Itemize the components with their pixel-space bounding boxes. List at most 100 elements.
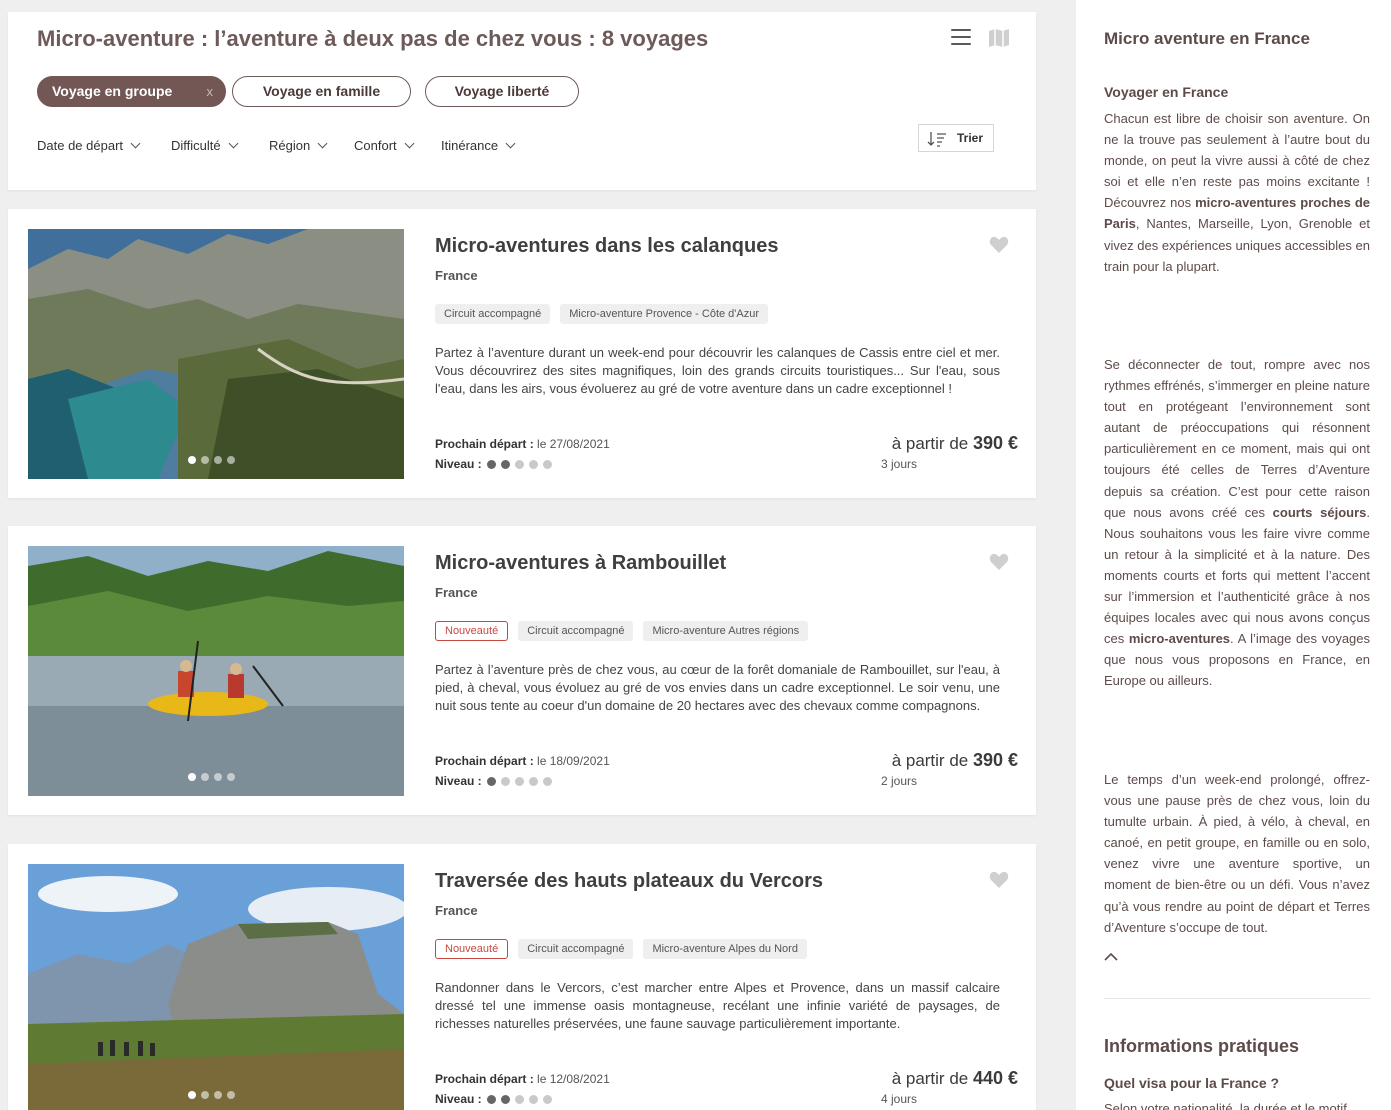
- tag: Micro-aventure Provence - Côte d'Azur: [560, 304, 769, 324]
- level-dot: [528, 1094, 538, 1104]
- favorite-heart-icon[interactable]: [989, 236, 1009, 254]
- chevron-down-icon: [317, 138, 328, 149]
- map-view-icon[interactable]: [988, 28, 1010, 48]
- carousel-dot[interactable]: [214, 773, 222, 781]
- level-dot: [486, 1094, 496, 1104]
- trip-card[interactable]: Micro-aventures dans les calanques Franc…: [8, 209, 1036, 498]
- new-badge: Nouveauté: [435, 939, 509, 959]
- trip-duration: 2 jours: [881, 774, 918, 788]
- filter-itinerance[interactable]: Itinérance: [441, 138, 516, 153]
- tag: Circuit accompagné: [435, 304, 551, 324]
- trip-price: à partir de 440 €: [891, 1068, 1018, 1088]
- filter-difficulte[interactable]: Difficulté: [171, 138, 239, 153]
- filter-label: Confort: [354, 138, 397, 153]
- trip-image-rambouillet[interactable]: [28, 546, 404, 796]
- trip-country: France: [435, 903, 478, 918]
- trip-card[interactable]: Micro-aventures à Rambouillet France Nou…: [8, 526, 1036, 815]
- carousel-dots[interactable]: [188, 1091, 235, 1099]
- chip-voyage-en-groupe[interactable]: Voyage en groupe x: [37, 76, 226, 107]
- chevron-down-icon: [130, 138, 141, 149]
- trip-title[interactable]: Micro-aventures à Rambouillet: [435, 552, 726, 575]
- filter-label: Difficulté: [171, 138, 221, 153]
- tag: Micro-aventure Autres régions: [643, 621, 809, 641]
- favorite-heart-icon[interactable]: [989, 553, 1009, 571]
- filter-region[interactable]: Région: [269, 138, 328, 153]
- filter-confort[interactable]: Confort: [354, 138, 415, 153]
- tag: Circuit accompagné: [518, 621, 634, 641]
- carousel-dot[interactable]: [201, 773, 209, 781]
- new-badge: Nouveauté: [435, 621, 509, 641]
- level-dot: [542, 459, 552, 469]
- carousel-dot[interactable]: [188, 773, 196, 781]
- sidebar-paragraph: Le temps d’un week-end prolongé, offrez-…: [1104, 772, 1370, 935]
- trip-tags: Circuit accompagné Micro-aventure Proven…: [435, 304, 769, 324]
- chip-voyage-liberte[interactable]: Voyage liberté: [425, 76, 579, 107]
- carousel-dot[interactable]: [201, 456, 209, 464]
- chevron-down-icon: [404, 138, 415, 149]
- trip-title[interactable]: Traversée des hauts plateaux du Vercors: [435, 870, 823, 893]
- level-dot: [542, 1094, 552, 1104]
- carousel-dot[interactable]: [201, 1091, 209, 1099]
- filter-label: Itinérance: [441, 138, 499, 153]
- link-micro-aventures[interactable]: micro-aventures: [1129, 631, 1230, 646]
- sidebar-paragraph: Se déconnecter de tout, rompre avec nos …: [1104, 357, 1371, 689]
- level-dot: [500, 1094, 510, 1104]
- carousel-dots[interactable]: [188, 773, 235, 781]
- chip-voyage-en-famille[interactable]: Voyage en famille: [232, 76, 411, 107]
- sidebar-paragraph: Chacun est libre de choisir son aventure…: [1104, 111, 1370, 274]
- carousel-dot[interactable]: [214, 456, 222, 464]
- trip-card[interactable]: Traversée des hauts plateaux du Vercors …: [8, 844, 1036, 1110]
- level-dot: [500, 776, 510, 786]
- level-dot: [514, 459, 524, 469]
- carousel-dot[interactable]: [188, 456, 196, 464]
- chevron-down-icon: [228, 138, 239, 149]
- chip-label: Voyage en groupe: [52, 83, 173, 99]
- carousel-dot[interactable]: [214, 1091, 222, 1099]
- trip-price: à partir de 390 €: [891, 433, 1018, 453]
- next-departure: Prochain départ : le 12/08/2021: [435, 1072, 610, 1086]
- chevron-down-icon: [505, 138, 516, 149]
- visa-question[interactable]: Quel visa pour la France ?: [1104, 1075, 1279, 1091]
- trip-tags: Nouveauté Circuit accompagné Micro-avent…: [435, 621, 809, 641]
- carousel-dot[interactable]: [227, 1091, 235, 1099]
- trip-country: France: [435, 585, 478, 600]
- difficulty-level: Niveau :: [435, 774, 552, 788]
- difficulty-level: Niveau :: [435, 1092, 552, 1106]
- level-dot: [528, 459, 538, 469]
- sort-icon: [927, 132, 946, 147]
- tag: Circuit accompagné: [518, 939, 634, 959]
- level-dot: [528, 776, 538, 786]
- filter-label: Région: [269, 138, 311, 153]
- trip-duration: 4 jours: [881, 1092, 918, 1106]
- level-dot: [542, 776, 552, 786]
- level-dot: [514, 1094, 524, 1104]
- trip-description: Randonner dans le Vercors, c’est marcher…: [435, 980, 1000, 1031]
- trip-country: France: [435, 268, 478, 283]
- results-header: Micro-aventure : l’aventure à deux pas d…: [8, 12, 1036, 190]
- chevron-up-icon[interactable]: [1104, 952, 1118, 962]
- carousel-dot[interactable]: [227, 773, 235, 781]
- remove-chip-icon[interactable]: x: [207, 77, 214, 106]
- carousel-dot[interactable]: [188, 1091, 196, 1099]
- difficulty-level: Niveau :: [435, 457, 552, 471]
- trip-image-vercors[interactable]: [28, 864, 404, 1110]
- filter-label: Date de départ: [37, 138, 124, 153]
- level-dot: [486, 459, 496, 469]
- carousel-dots[interactable]: [188, 456, 235, 464]
- list-view-icon[interactable]: [951, 29, 971, 47]
- link-courts-sejours[interactable]: courts séjours: [1273, 505, 1367, 520]
- sidebar-title: Micro aventure en France: [1104, 29, 1310, 48]
- sort-button[interactable]: Trier: [918, 124, 994, 152]
- level-dot: [500, 459, 510, 469]
- trip-image-calanques[interactable]: [28, 229, 404, 479]
- next-departure: Prochain départ : le 18/09/2021: [435, 754, 610, 768]
- divider: [1104, 998, 1370, 999]
- carousel-dot[interactable]: [227, 456, 235, 464]
- favorite-heart-icon[interactable]: [989, 871, 1009, 889]
- visa-answer-text: Selon votre nationalité, la durée et le …: [1104, 1101, 1347, 1110]
- page-title: Micro-aventure : l’aventure à deux pas d…: [37, 26, 709, 51]
- trip-tags: Nouveauté Circuit accompagné Micro-avent…: [435, 939, 807, 959]
- trip-title[interactable]: Micro-aventures dans les calanques: [435, 235, 778, 258]
- filter-date-depart[interactable]: Date de départ: [37, 138, 141, 153]
- tag: Micro-aventure Alpes du Nord: [643, 939, 807, 959]
